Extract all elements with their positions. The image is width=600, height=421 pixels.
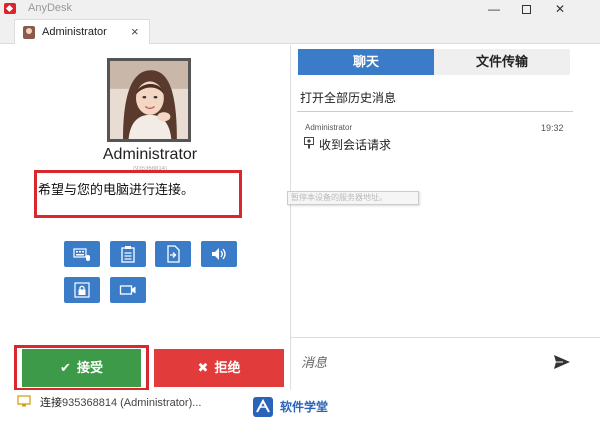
- monitor-icon: [17, 395, 31, 407]
- watermark-logo-icon: [253, 397, 273, 417]
- chat-panel: 聊天 文件传输 打开全部历史消息 Administrator 19:32 收到会…: [287, 45, 600, 390]
- send-icon[interactable]: [553, 354, 571, 370]
- incoming-request-panel: Administrator (935368814) 希望与您的电脑进行连接。 ✔…: [0, 45, 290, 391]
- camera-icon: [119, 285, 136, 295]
- maximize-icon: [521, 5, 531, 15]
- reject-label: 拒绝: [214, 360, 241, 375]
- avatar: [107, 58, 191, 142]
- session-request-icon: [304, 137, 314, 149]
- lock-permission-button[interactable]: [64, 277, 100, 303]
- clipboard-icon: [121, 246, 135, 263]
- divider: [297, 111, 573, 112]
- connection-status: 连接935368814 (Administrator)...: [40, 394, 201, 410]
- message-sender: Administrator: [305, 123, 353, 132]
- status-id: 935368814 (Administrator)...: [62, 397, 202, 409]
- minimize-button[interactable]: —: [478, 0, 510, 18]
- sound-icon: [212, 248, 226, 260]
- request-message: 希望与您的电脑进行连接。: [38, 182, 195, 197]
- avatar-photo: [110, 61, 188, 139]
- lock-icon: [74, 282, 90, 298]
- camera-permission-button[interactable]: [110, 277, 146, 303]
- reject-button[interactable]: ✖ 拒绝: [154, 349, 284, 387]
- accept-button[interactable]: ✔ 接受: [22, 349, 141, 387]
- user-avatar-icon: [23, 26, 35, 39]
- divider: [291, 337, 600, 338]
- app-title: AnyDesk: [28, 2, 73, 14]
- tab-chat[interactable]: 聊天: [298, 49, 434, 75]
- message-text: 收到会话请求: [319, 138, 392, 152]
- file-manager-permission-button[interactable]: [155, 241, 191, 267]
- open-history-link[interactable]: 打开全部历史消息: [300, 89, 396, 106]
- checkmark-icon: ✔: [60, 360, 71, 375]
- tab-label: Administrator: [42, 26, 107, 38]
- file-manager-icon: [167, 245, 180, 263]
- requester-name: Administrator: [102, 146, 198, 163]
- title-bar: AnyDesk — ✕: [0, 0, 600, 18]
- status-bar: 连接935368814 (Administrator)... 软件学堂: [0, 390, 600, 421]
- tab-file-transfer[interactable]: 文件传输: [434, 49, 570, 75]
- accept-label: 接受: [76, 360, 103, 375]
- watermark-text: 软件学堂: [280, 400, 329, 414]
- status-prefix: 连接: [40, 397, 62, 409]
- sound-permission-button[interactable]: [201, 241, 237, 267]
- message-time: 19:32: [541, 123, 564, 133]
- tab-bar: Administrator ×: [0, 18, 600, 44]
- tooltip: 暂停本设备的服务器地址。: [287, 191, 419, 205]
- keyboard-mouse-icon: [73, 248, 90, 261]
- close-window-button[interactable]: ✕: [544, 0, 576, 18]
- x-icon: ✖: [197, 360, 209, 375]
- chat-message-input[interactable]: [301, 351, 531, 373]
- tab-close-button[interactable]: ×: [131, 24, 139, 39]
- clipboard-permission-button[interactable]: [110, 241, 146, 267]
- tab-administrator[interactable]: Administrator ×: [14, 19, 150, 44]
- anydesk-logo-icon: [4, 3, 16, 14]
- maximize-button[interactable]: [510, 0, 542, 18]
- keyboard-mouse-permission-button[interactable]: [64, 241, 100, 267]
